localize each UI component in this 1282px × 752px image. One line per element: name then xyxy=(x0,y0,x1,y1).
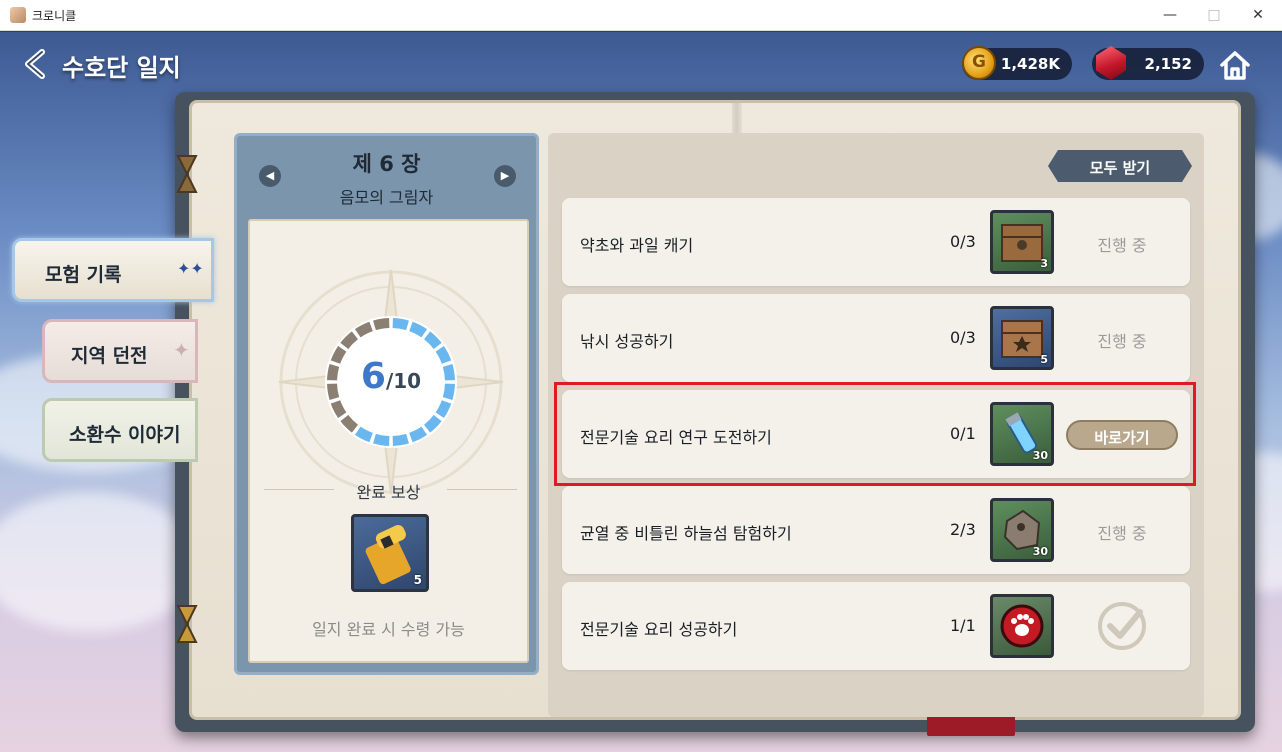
quest-status: 진행 중 xyxy=(1097,332,1147,351)
tab-label: 소환수 이야기 xyxy=(69,424,181,446)
hourglass-ornament-icon xyxy=(176,154,198,194)
quest-row: 전문기술 요리 성공하기 1/1 xyxy=(562,582,1190,670)
quest-name: 균열 중 비틀린 하늘섬 탐험하기 xyxy=(580,524,792,543)
gold-counter[interactable]: 1,428K xyxy=(962,46,1072,80)
maximize-button[interactable]: □ xyxy=(1204,5,1224,25)
quest-progress: 2/3 xyxy=(950,520,976,539)
chapter-subtitle: 음모의 그림자 xyxy=(339,188,434,207)
progress-segment xyxy=(392,318,409,331)
quest-row: 약초와 과일 캐기 0/3 3 진행 중 xyxy=(562,198,1190,286)
progress-segment xyxy=(409,321,428,338)
progress-segment xyxy=(330,400,347,419)
sparkle-icon: ✦✦ xyxy=(177,259,204,278)
progress-segment xyxy=(373,318,390,331)
item-count: 5 xyxy=(1040,353,1048,366)
highlight-box xyxy=(554,382,1196,486)
cloud-decoration xyxy=(0,492,200,632)
tab-regional-dungeon[interactable]: 지역 던전 ✦ xyxy=(42,319,198,383)
quest-name: 전문기술 요리 성공하기 xyxy=(580,620,738,639)
progress-total: /10 xyxy=(385,369,422,393)
quest-row: 낚시 성공하기 0/3 5 진행 중 xyxy=(562,294,1190,382)
receive-all-button[interactable]: 모두 받기 xyxy=(1048,150,1192,182)
quest-reward-item[interactable]: 3 xyxy=(990,210,1054,274)
quest-reward-item[interactable]: 30 xyxy=(990,498,1054,562)
progress-segment xyxy=(354,426,373,443)
app-icon xyxy=(10,7,26,23)
bookmark-ribbon xyxy=(927,714,1015,736)
progress-ring: 6/10 xyxy=(321,312,461,452)
quest-status: 진행 중 xyxy=(1097,236,1147,255)
quest-reward-item[interactable] xyxy=(990,594,1054,658)
quest-progress: 0/3 xyxy=(950,232,976,251)
gem-counter[interactable]: 2,152 xyxy=(1092,46,1204,80)
tab-summon-story[interactable]: 소환수 이야기 xyxy=(42,398,198,462)
chapter-panel: ◀ ▶ 제 6 장 음모의 그림자 6/10 완료 보상 5 일지 완료 시 수… xyxy=(234,133,539,675)
quest-row: 균열 중 비틀린 하늘섬 탐험하기 2/3 30 진행 중 xyxy=(562,486,1190,574)
close-button[interactable]: ✕ xyxy=(1248,5,1268,25)
gem-amount: 2,152 xyxy=(1144,55,1192,73)
completed-check-icon xyxy=(1098,602,1146,650)
back-button[interactable] xyxy=(20,48,50,80)
home-icon xyxy=(1220,51,1250,80)
item-count: 3 xyxy=(1040,257,1048,270)
window-titlebar: 크로니클 — □ ✕ xyxy=(0,0,1282,31)
window-title: 크로니클 xyxy=(32,9,77,23)
gold-coin-icon xyxy=(962,46,996,80)
progress-segment xyxy=(373,433,390,446)
quest-reward-item[interactable]: 5 xyxy=(990,306,1054,370)
quest-status: 진행 중 xyxy=(1097,524,1147,543)
reward-title: 완료 보상 xyxy=(356,483,421,502)
progress-segment xyxy=(354,321,373,338)
chapter-progress-card: 6/10 완료 보상 5 일지 완료 시 수령 가능 xyxy=(248,219,529,663)
tab-label: 모험 기록 xyxy=(45,264,122,286)
progress-segment xyxy=(435,400,452,419)
tab-label: 지역 던전 xyxy=(71,345,148,367)
progress-label: 6/10 xyxy=(321,356,461,397)
hourglass-ornament-icon xyxy=(176,604,198,644)
quest-progress: 1/1 xyxy=(950,616,976,635)
quest-name: 약초와 과일 캐기 xyxy=(580,236,694,255)
progress-segment xyxy=(409,426,428,443)
tab-adventure-log[interactable]: 모험 기록 ✦✦ xyxy=(12,238,214,302)
game-viewport: 수호단 일지 1,428K 2,152 ◀ ▶ 제 6 장 음모의 그림자 xyxy=(0,32,1282,752)
red-gem-icon xyxy=(1096,46,1126,80)
quest-progress: 0/3 xyxy=(950,328,976,347)
page-title: 수호단 일지 xyxy=(62,54,181,82)
chevron-left-icon xyxy=(25,49,45,79)
chapter-title: 제 6 장 xyxy=(352,152,421,176)
reward-item[interactable]: 5 xyxy=(351,514,429,592)
item-count: 30 xyxy=(1032,545,1048,558)
reward-note: 일지 완료 시 수령 가능 xyxy=(312,620,465,639)
sparkle-icon: ✦ xyxy=(173,338,190,362)
progress-done: 6 xyxy=(360,356,386,397)
progress-segment xyxy=(392,433,409,446)
receive-all-label: 모두 받기 xyxy=(1089,159,1151,177)
home-button[interactable] xyxy=(1218,48,1252,82)
minimize-button[interactable]: — xyxy=(1160,5,1180,25)
gold-amount: 1,428K xyxy=(1000,55,1060,73)
reward-count: 5 xyxy=(413,573,422,587)
paw-emblem-icon xyxy=(1000,604,1044,648)
quest-name: 낚시 성공하기 xyxy=(580,332,674,351)
